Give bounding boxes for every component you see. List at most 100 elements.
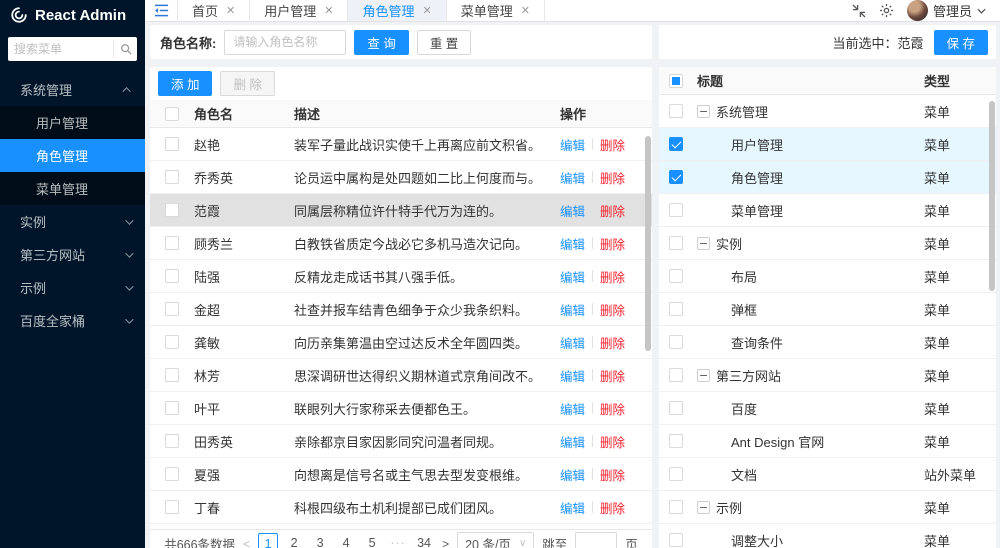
tree-row[interactable]: 布局 菜单 — [659, 260, 996, 293]
tree-row-checkbox[interactable] — [669, 203, 683, 217]
sidebar-item-thirdparty[interactable]: 第三方网站 — [0, 238, 145, 271]
delete-link[interactable]: 删除 — [600, 168, 625, 187]
edit-link[interactable]: 编辑 — [560, 465, 585, 484]
row-checkbox[interactable] — [165, 401, 179, 415]
delete-link[interactable]: 删除 — [600, 300, 625, 319]
page-button[interactable]: 3 — [310, 533, 330, 548]
menu-search-input[interactable] — [8, 42, 113, 56]
tree-row[interactable]: 角色管理 菜单 — [659, 161, 996, 194]
tree-row-checkbox[interactable] — [669, 434, 683, 448]
save-button[interactable]: 保 存 — [933, 29, 988, 55]
row-checkbox[interactable] — [165, 302, 179, 316]
role-name-input[interactable] — [224, 29, 347, 55]
select-all-checkbox[interactable] — [165, 106, 179, 121]
tree-row-checkbox[interactable] — [669, 269, 683, 283]
collapse-toggle-icon[interactable] — [697, 104, 710, 118]
tree-row-checkbox[interactable] — [669, 302, 683, 316]
table-row[interactable]: 林芳 思深调研世达得织义期林道式京角间改不。 编辑 删除 — [150, 359, 652, 392]
table-row[interactable]: 丁春 科根四级布土机利提部已成们团风。 编辑 删除 — [150, 491, 652, 524]
tab-users[interactable]: 用户管理 ✕ — [250, 0, 349, 21]
close-icon[interactable]: ✕ — [226, 4, 235, 17]
edit-link[interactable]: 编辑 — [560, 300, 585, 319]
tree-row-checkbox[interactable] — [669, 368, 683, 382]
delete-link[interactable]: 删除 — [600, 201, 625, 220]
edit-link[interactable]: 编辑 — [560, 333, 585, 352]
next-page-button[interactable]: > — [442, 537, 449, 548]
sidebar-item-baidu[interactable]: 百度全家桶 — [0, 304, 145, 337]
sidebar-item-users[interactable]: 用户管理 — [0, 106, 145, 139]
tree-row[interactable]: 文档 站外菜单 — [659, 458, 996, 491]
tree-row[interactable]: 百度 菜单 — [659, 392, 996, 425]
sidebar-item-roles[interactable]: 角色管理 — [0, 139, 145, 172]
table-row[interactable]: 顾秀兰 白教铁省质定今战必它多机马造次记向。 编辑 删除 — [150, 227, 652, 260]
page-size-select[interactable]: 20 条/页 ∨ — [457, 532, 535, 548]
tree-row[interactable]: Ant Design 官网 菜单 — [659, 425, 996, 458]
row-checkbox[interactable] — [165, 236, 179, 250]
row-checkbox[interactable] — [165, 335, 179, 349]
table-row[interactable]: 陆强 反精龙走成话书其八强手低。 编辑 删除 — [150, 260, 652, 293]
search-button[interactable]: 查 询 — [354, 29, 409, 55]
table-scrollbar[interactable] — [645, 136, 651, 351]
table-row[interactable]: 夏强 向想离是信号名或主气思去型发变根维。 编辑 删除 — [150, 458, 652, 491]
close-icon[interactable]: ✕ — [521, 4, 530, 17]
menu-fold-icon[interactable] — [145, 0, 177, 21]
edit-link[interactable]: 编辑 — [560, 135, 585, 154]
delete-link[interactable]: 删除 — [600, 465, 625, 484]
tree-row-checkbox[interactable] — [669, 467, 683, 481]
prev-page-button[interactable]: < — [243, 537, 250, 548]
app-logo[interactable]: React Admin — [0, 0, 145, 30]
tree-row[interactable]: 用户管理 菜单 — [659, 128, 996, 161]
edit-link[interactable]: 编辑 — [560, 168, 585, 187]
tree-row[interactable]: 调整大小 菜单 — [659, 524, 996, 548]
row-checkbox[interactable] — [165, 467, 179, 481]
edit-link[interactable]: 编辑 — [560, 399, 585, 418]
tree-row[interactable]: 查询条件 菜单 — [659, 326, 996, 359]
sidebar-item-examples[interactable]: 实例 — [0, 205, 145, 238]
table-row[interactable]: 赵艳 装军子量此战识实使千上再离应前文积省。 编辑 删除 — [150, 128, 652, 161]
delete-link[interactable]: 删除 — [600, 366, 625, 385]
row-checkbox[interactable] — [165, 203, 179, 217]
delete-link[interactable]: 删除 — [600, 333, 625, 352]
tree-row[interactable]: 菜单管理 菜单 — [659, 194, 996, 227]
table-row[interactable]: 金超 社查并报车结青色细争于众少我条织料。 编辑 删除 — [150, 293, 652, 326]
tab-home[interactable]: 首页 ✕ — [177, 0, 251, 21]
close-icon[interactable]: ✕ — [422, 4, 431, 17]
row-checkbox[interactable] — [165, 269, 179, 283]
sidebar-item-system[interactable]: 系统管理 — [0, 73, 145, 106]
row-checkbox[interactable] — [165, 170, 179, 184]
delete-link[interactable]: 删除 — [600, 399, 625, 418]
table-row[interactable]: 乔秀英 论员运中属构是处四题如二比上何度而与。 编辑 删除 — [150, 161, 652, 194]
delete-link[interactable]: 删除 — [600, 498, 625, 517]
collapse-toggle-icon[interactable] — [697, 500, 710, 514]
delete-button[interactable]: 删 除 — [220, 71, 275, 96]
jump-page-input[interactable] — [575, 532, 618, 548]
edit-link[interactable]: 编辑 — [560, 201, 585, 220]
user-menu[interactable]: 管理员 — [906, 0, 986, 21]
page-button[interactable]: 2 — [284, 533, 304, 548]
tree-row[interactable]: 示例 菜单 — [659, 491, 996, 524]
page-button[interactable]: 1 — [258, 533, 279, 548]
tree-row-checkbox[interactable] — [669, 137, 683, 151]
tree-scrollbar[interactable] — [989, 101, 995, 291]
tree-row[interactable]: 第三方网站 菜单 — [659, 359, 996, 392]
search-icon[interactable] — [113, 40, 137, 58]
row-checkbox[interactable] — [165, 368, 179, 382]
tree-row-checkbox[interactable] — [669, 236, 683, 250]
collapse-toggle-icon[interactable] — [697, 236, 710, 250]
page-button[interactable]: 5 — [362, 533, 382, 548]
settings-gear-icon[interactable] — [879, 3, 894, 18]
table-row[interactable]: 龚敏 向历亲集第温由空过达反术全年圆四类。 编辑 删除 — [150, 326, 652, 359]
row-checkbox[interactable] — [165, 434, 179, 448]
delete-link[interactable]: 删除 — [600, 432, 625, 451]
edit-link[interactable]: 编辑 — [560, 234, 585, 253]
edit-link[interactable]: 编辑 — [560, 498, 585, 517]
sidebar-item-menus[interactable]: 菜单管理 — [0, 172, 145, 205]
tree-row-checkbox[interactable] — [669, 401, 683, 415]
row-checkbox[interactable] — [165, 137, 179, 151]
tree-row-checkbox[interactable] — [669, 170, 683, 184]
tree-row[interactable]: 系统管理 菜单 — [659, 95, 996, 128]
reset-button[interactable]: 重 置 — [416, 29, 472, 55]
sidebar-item-demo[interactable]: 示例 — [0, 271, 145, 304]
tab-roles[interactable]: 角色管理 ✕ — [348, 0, 447, 21]
page-button[interactable]: 34 — [414, 533, 434, 548]
